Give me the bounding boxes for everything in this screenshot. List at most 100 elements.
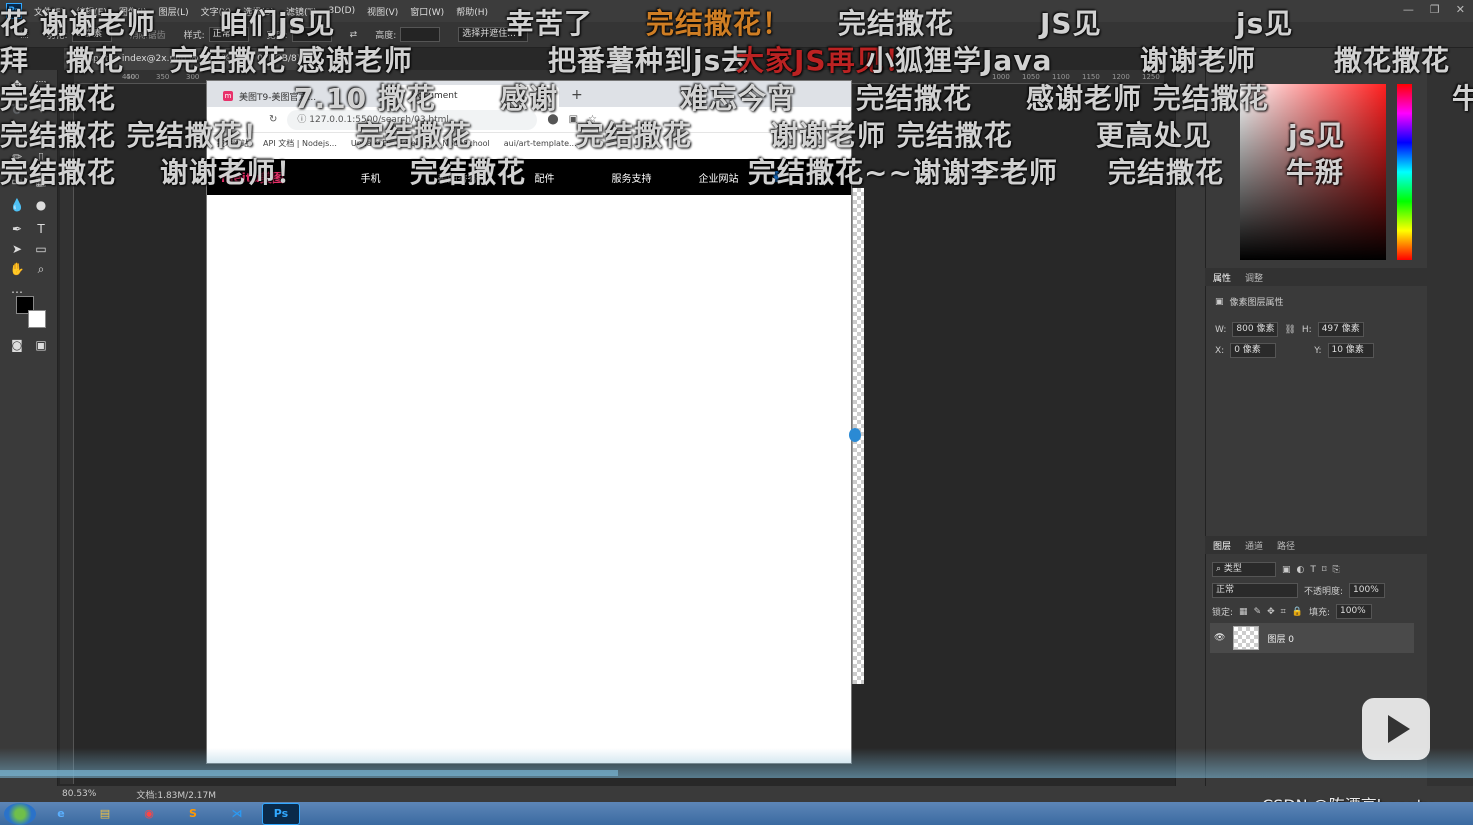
menu-type[interactable]: 文字(Y) xyxy=(201,5,232,18)
filter-smart-icon[interactable]: ⎘ xyxy=(1333,565,1340,575)
h-input[interactable]: 497 像素 xyxy=(1317,322,1364,337)
feather-input[interactable]: 0 像素 xyxy=(71,27,112,42)
path-select-icon[interactable]: ➤ xyxy=(8,240,26,258)
nav-item-support[interactable]: 服务支持 xyxy=(588,170,675,185)
tab-close-icon[interactable]: ✕ xyxy=(543,91,551,101)
layer-row[interactable]: 👁 图层 0 xyxy=(1210,623,1414,653)
gradient-tool-icon[interactable]: ▦ xyxy=(32,172,50,190)
bookmark-item[interactable]: NodeSchool xyxy=(442,139,489,148)
tab-paths[interactable]: 路径 xyxy=(1277,539,1295,552)
select-mask-button[interactable]: 选择并遮住... xyxy=(458,27,529,42)
rectangle-tool-icon[interactable]: ▭ xyxy=(32,240,50,258)
bookmark-item[interactable]: aui/art-template... xyxy=(504,139,577,148)
menu-help[interactable]: 帮助(H) xyxy=(456,5,488,18)
eyedropper-icon[interactable]: ✎ xyxy=(32,124,50,142)
marquee-tool-icon[interactable]: ⬚ xyxy=(32,76,50,94)
reload-icon[interactable]: ↻ xyxy=(269,114,277,125)
lasso-tool-icon[interactable]: ➰ xyxy=(8,100,26,118)
sublime-icon[interactable]: S xyxy=(174,803,212,825)
blur-tool-icon[interactable]: 💧 xyxy=(8,196,26,214)
antialias-checkbox[interactable]: 消除锯齿 xyxy=(130,28,166,41)
filter-pixel-icon[interactable]: ▣ xyxy=(1282,565,1291,575)
menu-3d[interactable]: 3D(D) xyxy=(328,6,355,16)
lock-move-icon[interactable]: ✥ xyxy=(1267,607,1275,617)
player-progress[interactable] xyxy=(0,770,618,776)
bookmark-item[interactable]: 技术网站 xyxy=(217,138,249,149)
ie-icon[interactable]: e xyxy=(42,803,80,825)
vscode-icon[interactable]: ⋊ xyxy=(218,803,256,825)
document-tab[interactable]: 04.sprites-index@2x.png @ 80.5% (图层 0, R… xyxy=(64,48,314,70)
menu-image[interactable]: 图像(I) xyxy=(119,5,147,18)
eraser-tool-icon[interactable]: ▭ xyxy=(8,172,26,190)
move-tool-icon[interactable]: ✥ xyxy=(8,76,26,94)
maximize-icon[interactable]: ❐ xyxy=(1430,3,1440,16)
quick-mask-icon[interactable]: ◙ xyxy=(8,336,26,354)
width-input[interactable] xyxy=(291,27,332,42)
nav-item-enterprise[interactable]: 企业网站 xyxy=(675,170,762,185)
menu-window[interactable]: 窗口(W) xyxy=(410,5,444,18)
pen-tool-icon[interactable]: ✒ xyxy=(8,220,26,238)
tab-adjustments[interactable]: 调整 xyxy=(1245,271,1263,284)
lock-brush-icon[interactable]: ✎ xyxy=(1254,607,1262,617)
hue-slider[interactable] xyxy=(1397,84,1412,260)
lock-all-icon[interactable]: 🔒 xyxy=(1292,607,1303,617)
tab-channels[interactable]: 通道 xyxy=(1245,539,1263,552)
nav-item-phone[interactable]: 手机 xyxy=(327,170,414,185)
photoshop-icon[interactable]: Ps xyxy=(262,802,300,825)
kind-filter-select[interactable]: ⌕ 类型 xyxy=(1212,562,1276,577)
y-input[interactable]: 10 像素 xyxy=(1327,343,1374,358)
opacity-input[interactable]: 100% xyxy=(1349,583,1386,598)
link-icon[interactable]: ⛓ xyxy=(1284,325,1295,335)
fill-input[interactable]: 100% xyxy=(1336,604,1372,619)
browser-tab-meitu[interactable]: m 美图T9-美图官方... xyxy=(215,85,385,107)
w-input[interactable]: 800 像素 xyxy=(1232,322,1279,337)
crop-tool-icon[interactable]: ⌗ xyxy=(8,124,26,142)
hand-tool-icon[interactable]: ✋ xyxy=(8,260,26,278)
eye-icon[interactable]: 👁 xyxy=(1214,633,1225,643)
swap-icon[interactable]: ⇄ xyxy=(350,30,358,40)
address-bar[interactable]: ⓘ 127.0.0.1:5500/search/03.html xyxy=(287,109,538,130)
magic-wand-icon[interactable]: ✦ xyxy=(32,100,50,118)
layer-name[interactable]: 图层 0 xyxy=(1267,632,1294,645)
filter-shape-icon[interactable]: ⌑ xyxy=(1322,565,1327,575)
start-button[interactable] xyxy=(4,802,36,825)
type-tool-icon[interactable]: T xyxy=(32,220,50,238)
x-input[interactable]: 0 像素 xyxy=(1230,343,1277,358)
zoom-level[interactable]: 80.53% xyxy=(62,789,96,799)
zoom-tool-icon[interactable]: ⌕ xyxy=(32,260,50,278)
minimize-icon[interactable]: — xyxy=(1403,3,1414,16)
style-select[interactable]: 正常 xyxy=(208,27,249,42)
filter-type-icon[interactable]: T xyxy=(1310,565,1316,575)
user-icon[interactable]: 👤 xyxy=(762,172,792,183)
height-input[interactable] xyxy=(400,27,441,42)
brush-tool-icon[interactable]: ✏ xyxy=(8,148,26,166)
chrome-icon[interactable]: ◉ xyxy=(130,803,168,825)
extension-icon[interactable]: ⬤ xyxy=(547,114,558,125)
close-icon[interactable]: ✕ xyxy=(1456,3,1465,16)
play-icon[interactable] xyxy=(1362,698,1430,760)
filter-adjust-icon[interactable]: ◐ xyxy=(1297,565,1305,575)
screen-mode-icon[interactable]: ▣ xyxy=(32,336,50,354)
dodge-tool-icon[interactable]: ● xyxy=(32,196,50,214)
stamp-tool-icon[interactable]: ⎍ xyxy=(32,148,50,166)
menu-layer[interactable]: 图层(L) xyxy=(159,5,189,18)
folder-icon[interactable]: ▤ xyxy=(86,803,124,825)
tab-properties[interactable]: 属性 xyxy=(1213,271,1231,284)
browser-tab-document[interactable]: ◎ Document ✕ xyxy=(389,85,559,107)
menu-filter[interactable]: 滤镜(T) xyxy=(286,5,317,18)
menu-edit[interactable]: 编辑(E) xyxy=(76,5,107,18)
menu-select[interactable]: 选择(S) xyxy=(243,5,274,18)
lock-transparent-icon[interactable]: ▦ xyxy=(1239,607,1248,617)
qr-icon[interactable]: ▣ xyxy=(569,114,578,125)
background-color-swatch[interactable] xyxy=(28,310,46,328)
nav-item-accessories[interactable]: 配件 xyxy=(501,170,588,185)
menu-view[interactable]: 视图(V) xyxy=(367,5,398,18)
menu-file[interactable]: 文件(F) xyxy=(34,5,64,18)
nav-item-meitu[interactable]: 美图秀秀 xyxy=(414,170,501,185)
bookmark-item[interactable]: API 文档 | Nodejs... xyxy=(263,138,337,149)
bookmark-star-icon[interactable]: ☆ xyxy=(588,114,597,125)
bookmark-item[interactable]: Update Documen... xyxy=(351,139,428,148)
color-picker-field[interactable] xyxy=(1240,84,1386,260)
marquee-tool-icon[interactable]: ⬚ xyxy=(20,30,29,40)
blend-mode-select[interactable]: 正常 xyxy=(1212,583,1298,598)
